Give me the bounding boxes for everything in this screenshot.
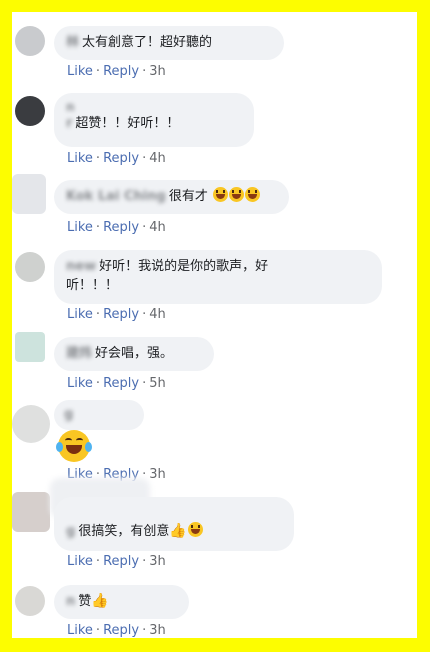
comment-actions: Like · Reply · 4h: [67, 151, 166, 166]
comment-actions: Like · Reply · 4h: [67, 307, 166, 322]
comment-author[interactable]: n: [66, 100, 242, 114]
comment-text: 听！！！: [66, 278, 119, 293]
like-button[interactable]: Like: [67, 64, 93, 79]
avatar[interactable]: [12, 174, 46, 214]
comment-text: 好会唱，强。: [95, 346, 174, 361]
comment-bubble: n 赞👍: [54, 585, 189, 619]
comment-author[interactable]: g: [64, 405, 73, 424]
thumbs-up-icon: 👍: [169, 523, 187, 539]
like-button[interactable]: Like: [67, 220, 93, 235]
comment-text: 超赞！！好听！！: [75, 116, 180, 131]
comment-actions: Like · Reply · 4h: [67, 220, 166, 235]
grin-icon: [244, 187, 260, 202]
comment-time[interactable]: 3h: [149, 623, 166, 638]
like-button[interactable]: Like: [67, 554, 93, 569]
comment-bubble: n r 超赞！！好听！！: [54, 93, 254, 147]
comment-time[interactable]: 4h: [149, 151, 166, 166]
reply-button[interactable]: Reply: [103, 307, 139, 322]
comment-text: 很搞笑，有创意: [78, 524, 170, 539]
comment-author[interactable]: n: [66, 592, 75, 611]
comment-author[interactable]: new: [66, 257, 96, 276]
comment-actions: Like · Reply · 3h: [67, 623, 166, 638]
grin-icon: [228, 187, 244, 202]
comment-text: 赞: [78, 594, 92, 609]
reply-button[interactable]: Reply: [103, 623, 139, 638]
grin-icon: [212, 187, 228, 202]
comment-bubble: Kok Lai Ching 很有才: [54, 180, 289, 214]
comment-text: 很有才: [168, 189, 208, 204]
reply-button[interactable]: Reply: [103, 554, 139, 569]
comment-time[interactable]: 4h: [149, 220, 166, 235]
comment-time[interactable]: 5h: [149, 376, 166, 391]
comment-author[interactable]: 建炜: [66, 344, 92, 363]
comment-text: 太有創意了！超好聽的: [82, 35, 213, 50]
tears-of-joy-icon: [56, 430, 92, 462]
comments-panel: 林太有創意了！超好聽的 Like · Reply · 3h n r 超赞！！好听！！ Li…: [12, 12, 417, 638]
like-button[interactable]: Like: [67, 623, 93, 638]
comment-bubble: new 好听！我说的是你的歌声，好 听！！！: [54, 250, 382, 304]
like-button[interactable]: Like: [67, 376, 93, 391]
reply-button[interactable]: Reply: [103, 220, 139, 235]
avatar[interactable]: [15, 252, 45, 282]
comment-actions: Like · Reply · 3h: [67, 554, 166, 569]
avatar[interactable]: [12, 405, 50, 443]
comment-bubble: 建炜 好会唱，强。: [54, 337, 214, 371]
avatar[interactable]: [15, 332, 45, 362]
avatar[interactable]: [15, 586, 45, 616]
comment-bubble: g: [54, 400, 144, 430]
comment-bubble: 林太有創意了！超好聽的: [54, 26, 284, 60]
comment-author[interactable]: Kok Lai Ching: [66, 187, 166, 206]
comment-time[interactable]: 3h: [149, 467, 166, 482]
avatar[interactable]: [15, 26, 45, 56]
avatar[interactable]: [15, 96, 45, 126]
comment-author[interactable]: 林: [66, 33, 79, 52]
comment-author[interactable]: g: [66, 522, 75, 541]
like-button[interactable]: Like: [67, 307, 93, 322]
thumbs-up-icon: 👍: [91, 593, 109, 609]
comment-actions: Like · Reply · 5h: [67, 376, 166, 391]
comment-time[interactable]: 3h: [149, 554, 166, 569]
reply-button[interactable]: Reply: [103, 64, 139, 79]
reply-button[interactable]: Reply: [103, 376, 139, 391]
comment-text: 好听！我说的是你的歌声，好: [99, 259, 269, 274]
grin-icon: [187, 522, 203, 537]
comment-time[interactable]: 3h: [149, 64, 166, 79]
reply-button[interactable]: Reply: [103, 151, 139, 166]
like-button[interactable]: Like: [67, 151, 93, 166]
comment-author[interactable]: r: [66, 114, 72, 133]
comment-bubble: g 很搞笑，有创意👍: [54, 497, 294, 551]
comment-actions: Like · Reply · 3h: [67, 64, 166, 79]
avatar[interactable]: [12, 492, 50, 532]
comment-time[interactable]: 4h: [149, 307, 166, 322]
